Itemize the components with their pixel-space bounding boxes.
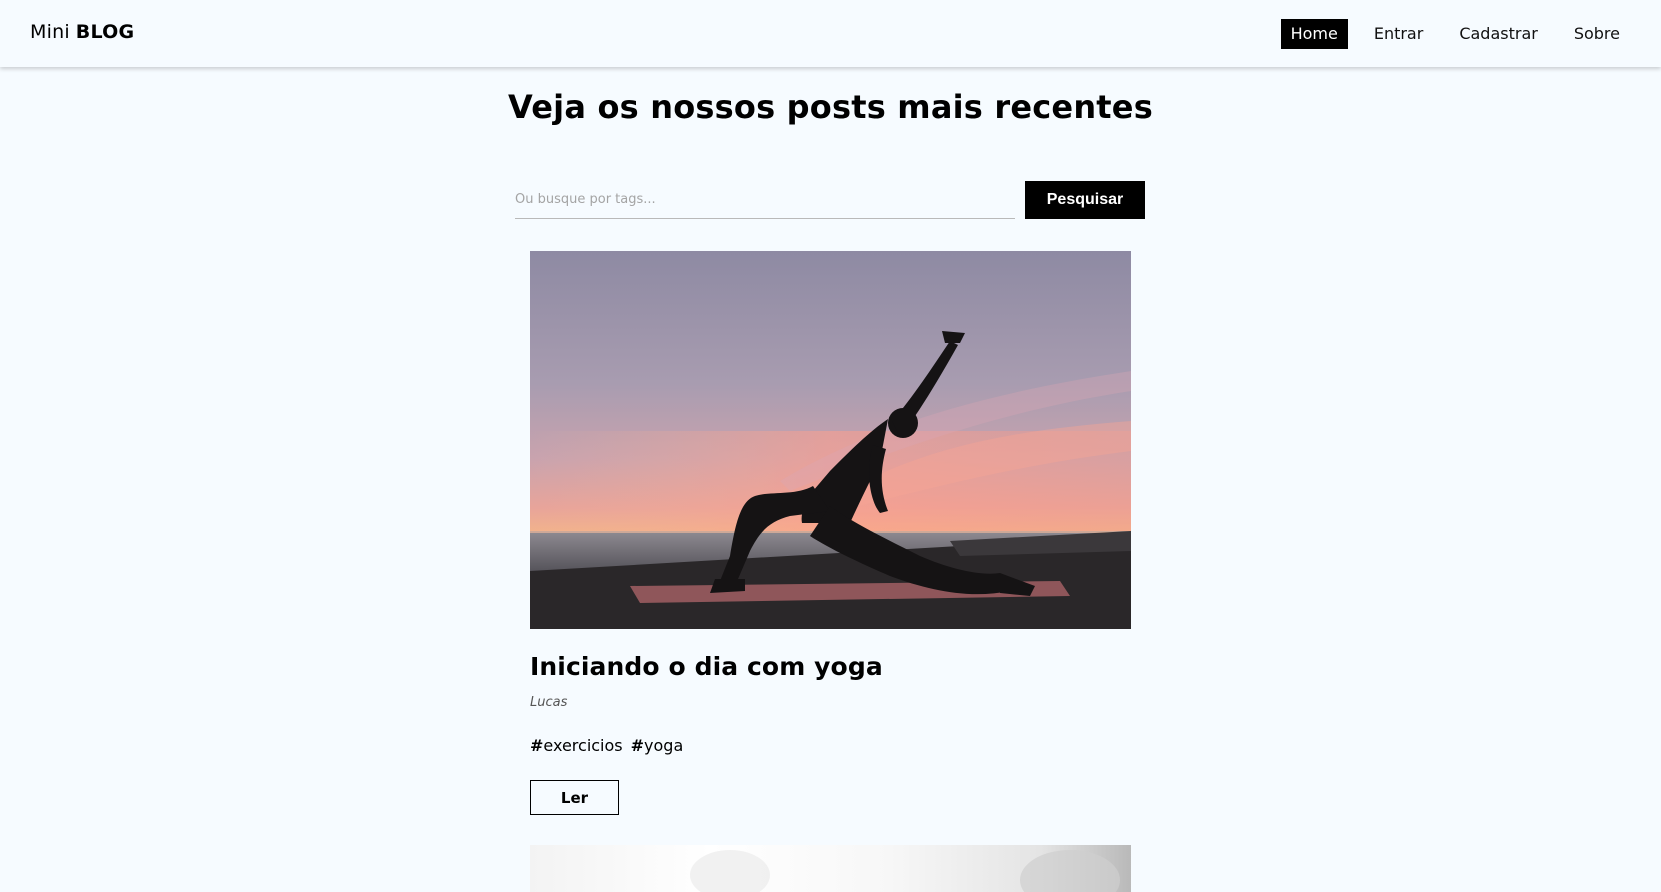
search-button[interactable]: Pesquisar [1025,181,1145,219]
nav-link-sobre[interactable]: Sobre [1564,19,1630,49]
yoga-silhouette-image [530,251,1131,629]
nav-links: Home Entrar Cadastrar Sobre [1280,18,1661,50]
post-tag-label: yoga [644,736,684,755]
brand-bold-text: BLOG [75,21,135,43]
search-form: Pesquisar [515,181,1145,219]
post-title[interactable]: Iniciando o dia com yoga [530,652,1131,681]
next-post-image[interactable] [530,845,1131,892]
next-post-image-preview [530,845,1131,892]
read-post-button[interactable]: Ler [530,780,619,815]
post-tag[interactable]: #yoga [631,736,684,755]
brand-light-text: Mini [30,21,70,43]
post-card: Iniciando o dia com yoga Lucas #exercici… [530,251,1131,815]
hash-icon: # [530,736,544,755]
search-input[interactable] [515,181,1015,219]
brand-logo[interactable]: Mini BLOG [30,21,134,43]
nav-link-entrar[interactable]: Entrar [1364,19,1433,49]
post-image[interactable] [530,251,1131,629]
navbar: Mini BLOG Home Entrar Cadastrar Sobre [0,0,1661,67]
post-author: Lucas [530,695,568,710]
page-title: Veja os nossos posts mais recentes [508,88,1153,126]
hash-icon: # [630,736,645,755]
post-tag[interactable]: #exercicios [530,736,623,755]
post-tags: #exercicios #yoga [530,736,1131,755]
post-tag-label: exercicios [543,736,623,755]
nav-link-cadastrar[interactable]: Cadastrar [1449,19,1548,49]
nav-link-home[interactable]: Home [1280,19,1348,49]
